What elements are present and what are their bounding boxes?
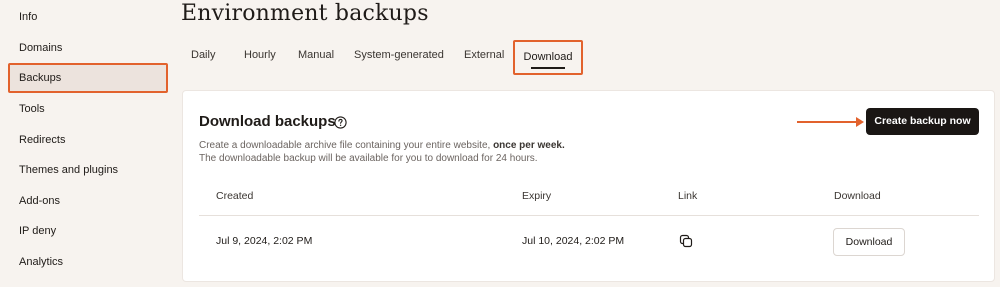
create-backup-now-button[interactable]: Create backup now [866, 108, 979, 135]
column-header-created: Created [216, 190, 254, 202]
tab-hourly[interactable]: Hourly [244, 47, 276, 63]
question-circle-icon[interactable] [334, 116, 347, 129]
description-line1-text: Create a downloadable archive file conta… [199, 140, 494, 151]
annotation-arrow-head-icon [856, 117, 864, 127]
card-description: Create a downloadable archive file conta… [199, 139, 719, 165]
card-title: Download backups [199, 113, 336, 130]
tab-download-label: Download [523, 51, 573, 63]
sidebar-item-analytics[interactable]: Analytics [8, 247, 168, 277]
sidebar-item-domains[interactable]: Domains [8, 33, 168, 63]
sidebar-item-info[interactable]: Info [8, 2, 168, 32]
sidebar-item-redirects[interactable]: Redirects [8, 125, 168, 155]
cell-created: Jul 9, 2024, 2:02 PM [216, 235, 313, 247]
column-header-expiry: Expiry [522, 190, 552, 202]
tab-download[interactable]: Download [513, 40, 583, 75]
download-button[interactable]: Download [833, 228, 905, 256]
column-header-download: Download [834, 190, 881, 202]
sidebar-item-backups[interactable]: Backups [8, 63, 168, 93]
table-divider [199, 215, 979, 216]
sidebar-item-add-ons[interactable]: Add-ons [8, 186, 168, 216]
sidebar-item-tools[interactable]: Tools [8, 94, 168, 124]
sidebar-item-themes-and-plugins[interactable]: Themes and plugins [8, 155, 168, 185]
copy-link-icon[interactable] [679, 234, 693, 248]
tab-system-generated[interactable]: System-generated [354, 47, 444, 63]
annotation-arrow-line [797, 121, 859, 123]
active-tab-underline [531, 67, 565, 69]
sidebar: Info Domains Backups Tools Redirects The… [0, 0, 170, 287]
tab-daily[interactable]: Daily [191, 47, 215, 63]
tab-manual[interactable]: Manual [298, 47, 334, 63]
page-title: Environment backups [181, 1, 429, 26]
tab-external[interactable]: External [464, 47, 504, 63]
sidebar-item-ip-deny[interactable]: IP deny [8, 216, 168, 246]
app-root: Info Domains Backups Tools Redirects The… [0, 0, 1000, 287]
cell-expiry: Jul 10, 2024, 2:02 PM [522, 235, 625, 247]
description-line1-bold: once per week. [493, 140, 565, 151]
download-backups-card: Download backups Create a downloadable a… [182, 90, 995, 282]
description-line2-text: The downloadable backup will be availabl… [199, 153, 538, 164]
column-header-link: Link [678, 190, 698, 202]
